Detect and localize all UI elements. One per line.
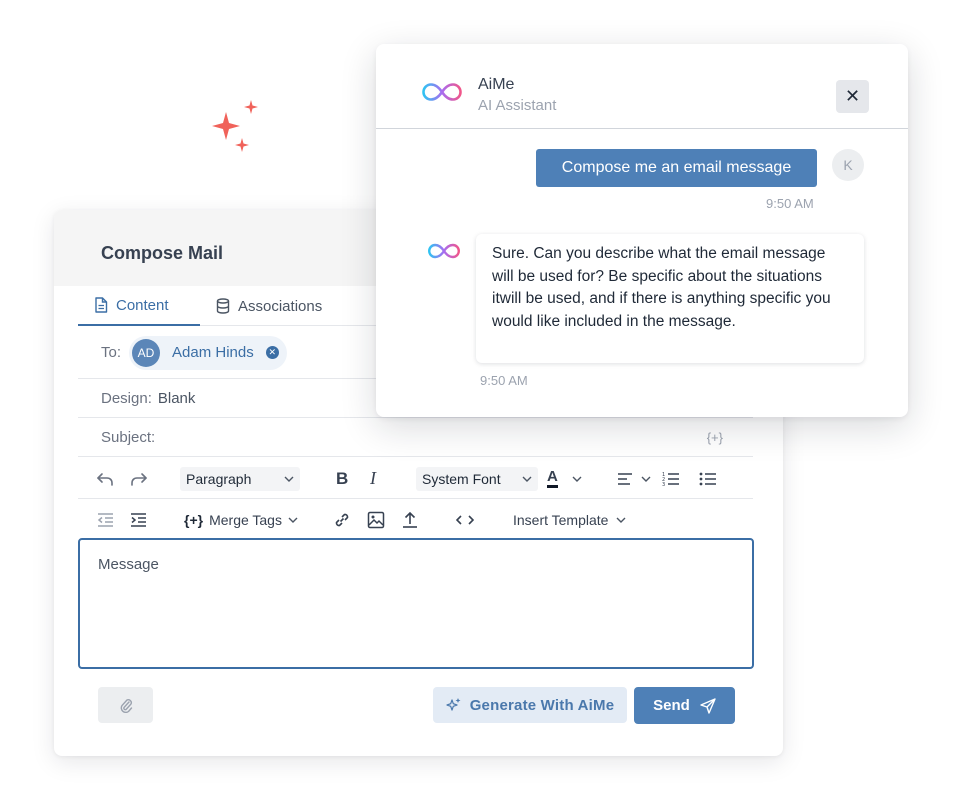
subject-row[interactable]: Subject: {+} xyxy=(78,418,753,457)
chevron-down-icon xyxy=(641,476,651,482)
chevron-down-icon xyxy=(288,517,298,523)
svg-text:3: 3 xyxy=(662,482,665,487)
message-placeholder: Message xyxy=(98,556,159,573)
numbered-list-button[interactable]: 123 xyxy=(662,458,680,499)
ai-header: AiMe AI Assistant ✕ xyxy=(376,44,908,129)
font-select[interactable]: System Font xyxy=(416,467,538,491)
assistant-message-bubble: Sure. Can you describe what the email me… xyxy=(476,234,864,363)
chevron-down-icon xyxy=(522,476,532,482)
generate-with-aime-button[interactable]: Generate With AiMe xyxy=(433,687,627,723)
chevron-down-icon xyxy=(572,476,582,482)
insert-template-label: Insert Template xyxy=(513,511,609,528)
message-timestamp: 9:50 AM xyxy=(766,196,814,211)
font-select-value: System Font xyxy=(422,471,501,487)
design-value: Blank xyxy=(157,389,196,407)
avatar: K xyxy=(832,149,864,181)
outdent-icon xyxy=(97,512,113,527)
message-editor[interactable]: Message xyxy=(78,538,754,669)
code-icon xyxy=(456,514,474,525)
subject-merge-tag-button[interactable]: {+} xyxy=(707,430,723,445)
bullet-list-button[interactable] xyxy=(699,458,717,499)
link-button[interactable] xyxy=(333,499,351,540)
sparkle-large-icon xyxy=(212,112,240,140)
generate-label: Generate With AiMe xyxy=(469,696,615,714)
remove-recipient-icon[interactable]: ✕ xyxy=(265,346,279,359)
bold-button[interactable]: B xyxy=(336,458,348,499)
merge-tags-button[interactable]: {+} Merge Tags xyxy=(184,499,298,540)
merge-tags-icon: {+} xyxy=(184,511,204,528)
assistant-subtitle: AI Assistant xyxy=(478,97,557,114)
send-icon xyxy=(700,697,716,714)
avatar: AD xyxy=(132,338,161,367)
to-label: To: xyxy=(101,344,122,361)
sparkles-decoration xyxy=(206,94,266,158)
source-code-button[interactable] xyxy=(456,499,474,540)
link-icon xyxy=(335,513,349,526)
tab-associations-label: Associations xyxy=(238,297,323,315)
sparkle-icon xyxy=(446,698,461,711)
editor-toolbar-row-2: {+} Merge Tags Insert Template xyxy=(78,499,753,540)
subject-label: Subject: xyxy=(101,428,156,446)
indent-button[interactable] xyxy=(130,499,147,540)
compose-title: Compose Mail xyxy=(101,243,224,263)
text-color-button[interactable]: A xyxy=(547,458,582,499)
undo-icon xyxy=(97,472,113,486)
document-icon xyxy=(95,297,108,313)
merge-tags-label: Merge Tags xyxy=(209,511,282,528)
chevron-down-icon xyxy=(616,517,626,523)
editor-toolbar-row-1: Paragraph B I System Font A 123 xyxy=(78,458,753,499)
redo-icon xyxy=(131,472,147,486)
ai-assistant-panel: AiMe AI Assistant ✕ Compose me an email … xyxy=(376,44,908,417)
paragraph-select[interactable]: Paragraph xyxy=(180,467,300,491)
undo-button[interactable] xyxy=(96,458,114,499)
aime-logo-icon xyxy=(422,83,462,101)
text-color-label: A xyxy=(547,469,558,488)
close-icon[interactable]: ✕ xyxy=(836,80,869,113)
paragraph-select-value: Paragraph xyxy=(186,471,252,487)
insert-template-button[interactable]: Insert Template xyxy=(513,499,626,540)
upload-button[interactable] xyxy=(401,499,419,540)
align-button[interactable] xyxy=(617,458,651,499)
recipient-name: Adam Hinds xyxy=(172,344,254,361)
send-button[interactable]: Send xyxy=(634,687,735,724)
sparkle-small-icon xyxy=(244,100,258,114)
italic-button[interactable]: I xyxy=(370,458,376,499)
send-label: Send xyxy=(653,697,690,714)
chevron-down-icon xyxy=(284,476,294,482)
image-icon xyxy=(367,511,385,528)
recipient-chip[interactable]: AD Adam Hinds ✕ xyxy=(129,335,287,370)
indent-icon xyxy=(131,512,146,527)
tab-content-label: Content xyxy=(116,296,169,314)
redo-button[interactable] xyxy=(130,458,148,499)
upload-icon xyxy=(403,511,417,528)
paperclip-icon xyxy=(120,699,132,713)
message-timestamp: 9:50 AM xyxy=(480,373,528,388)
assistant-name: AiMe xyxy=(478,76,515,93)
align-left-icon xyxy=(618,472,632,485)
tab-associations[interactable]: Associations xyxy=(216,286,322,326)
outdent-button[interactable] xyxy=(97,499,114,540)
design-label: Design: xyxy=(101,389,152,407)
numbered-list-icon: 123 xyxy=(662,472,679,487)
insert-image-button[interactable] xyxy=(367,499,385,540)
database-icon xyxy=(216,298,230,314)
bullet-list-icon xyxy=(699,472,716,485)
attach-button[interactable] xyxy=(98,687,153,723)
tab-content[interactable]: Content xyxy=(78,286,200,326)
aime-avatar-icon xyxy=(428,243,460,259)
sparkle-small-icon xyxy=(235,138,249,152)
user-message-bubble: Compose me an email message xyxy=(536,149,817,187)
